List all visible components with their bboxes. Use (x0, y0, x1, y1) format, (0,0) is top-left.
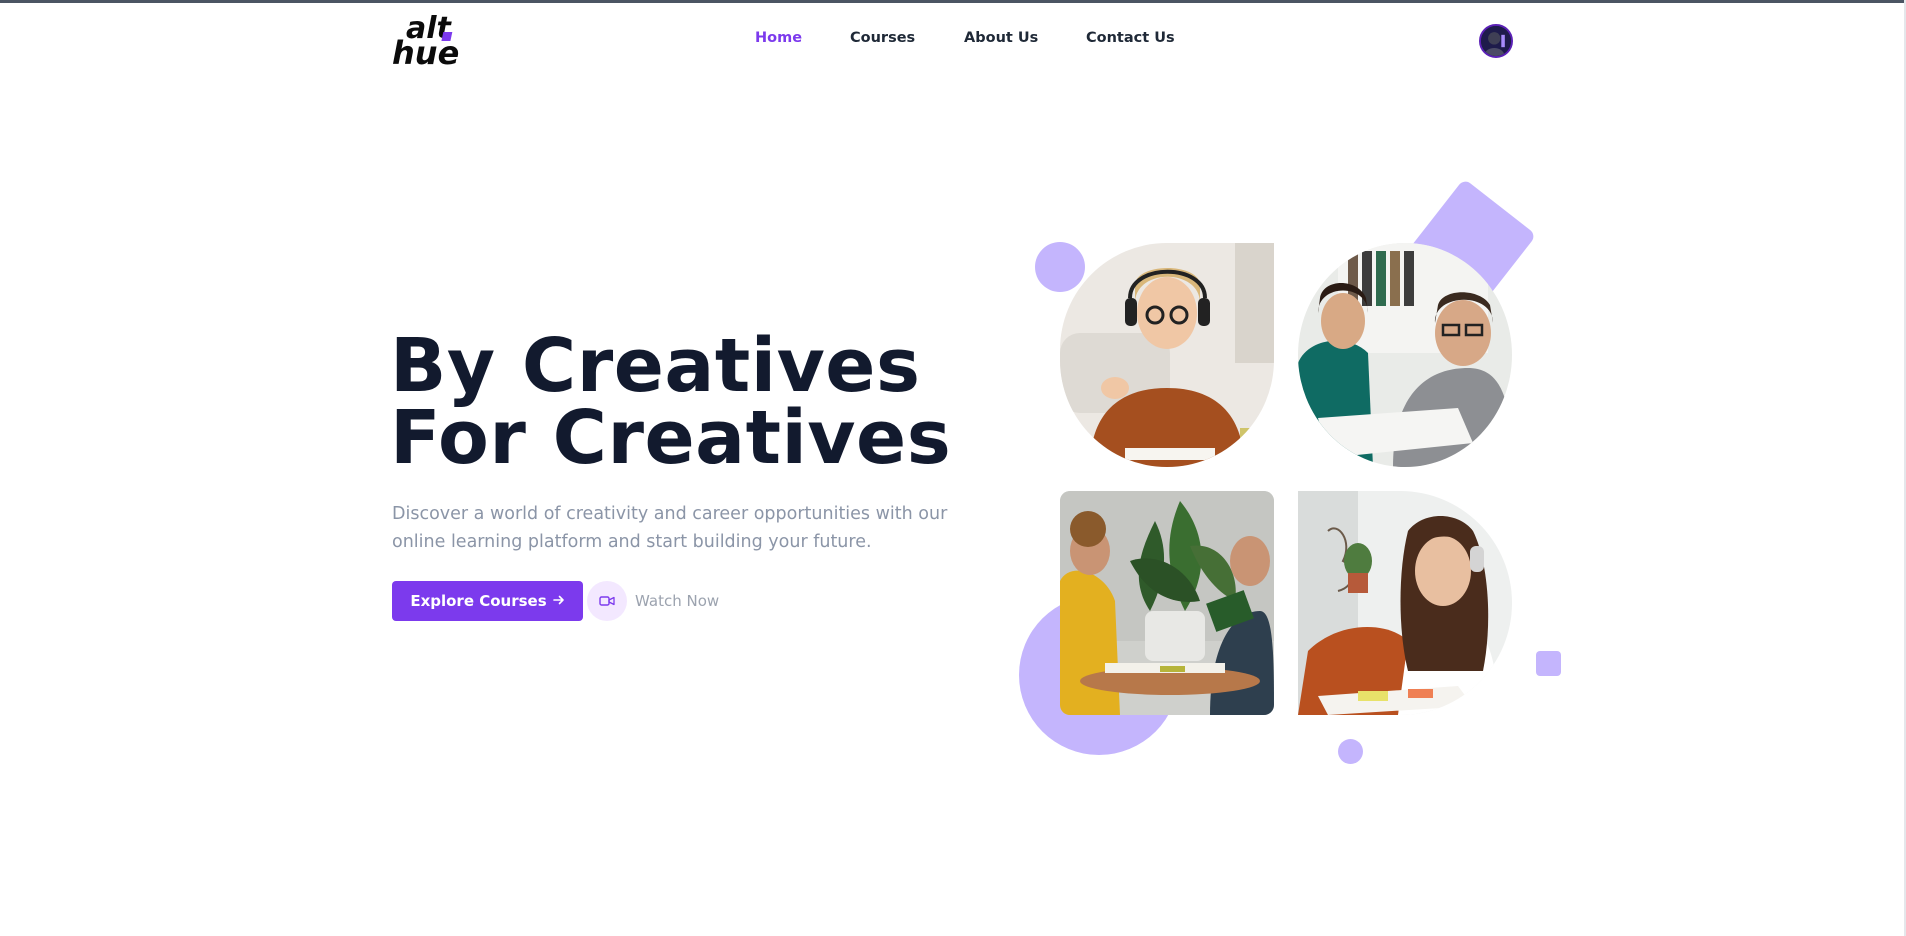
photo-reviewing-documents (1298, 243, 1512, 467)
decor-circle-small (1035, 242, 1085, 292)
watch-now-button[interactable]: Watch Now (587, 581, 719, 621)
nav-item-courses[interactable]: Courses (850, 30, 915, 46)
top-border (0, 0, 1906, 3)
logo[interactable]: alt hue (392, 10, 466, 72)
decor-circle-tiny (1338, 739, 1363, 764)
nav-item-contact-us[interactable]: Contact Us (1086, 30, 1175, 46)
video-camera-icon (587, 581, 627, 621)
arrow-right-icon (552, 592, 565, 610)
photo-group-studying (1060, 491, 1274, 715)
nav-item-about-us[interactable]: About Us (964, 30, 1038, 46)
user-avatar[interactable] (1479, 24, 1513, 58)
photo-woman-writing (1298, 491, 1512, 715)
explore-courses-button[interactable]: Explore Courses (392, 581, 583, 621)
hero-title: By Creatives For Creatives (390, 323, 952, 481)
hero-description: Discover a world of creativity and caree… (392, 504, 948, 552)
hero-title-line1: By Creatives (390, 323, 921, 409)
photo-woman-headphones (1060, 243, 1274, 467)
explore-courses-label: Explore Courses (410, 592, 547, 610)
watch-now-label: Watch Now (635, 592, 720, 610)
logo-dot (441, 32, 453, 41)
decor-square (1536, 651, 1561, 676)
nav-item-home[interactable]: Home (755, 30, 802, 46)
hero-title-line2: For Creatives (390, 395, 952, 481)
